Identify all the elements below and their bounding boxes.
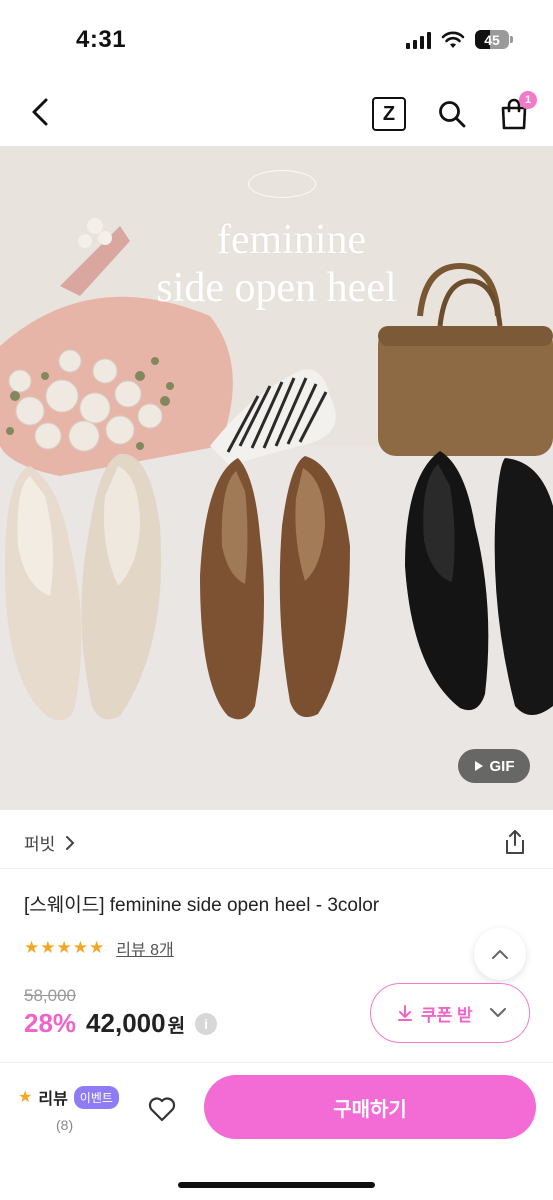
divider	[0, 868, 553, 869]
wifi-icon	[441, 31, 465, 48]
shop-row: 퍼빗	[0, 818, 553, 866]
star-icon: ★	[24, 938, 40, 957]
info-icon[interactable]: i	[195, 1012, 218, 1035]
chevron-down-icon	[490, 1008, 506, 1017]
heart-icon	[148, 1097, 176, 1122]
brand-logo	[248, 170, 316, 198]
share-button[interactable]	[500, 826, 530, 858]
product-image[interactable]: feminine side open heel GIF	[0, 146, 553, 810]
star-icon: ★	[89, 938, 105, 957]
battery-percent: 45	[484, 31, 500, 48]
buy-button[interactable]: 구매하기	[204, 1075, 536, 1139]
status-time: 4:31	[76, 26, 127, 53]
star-icon: ★	[40, 938, 56, 957]
scroll-to-top-button[interactable]	[474, 928, 526, 980]
share-icon	[506, 830, 524, 854]
event-badge: 이벤트	[73, 1085, 119, 1109]
star-icon: ★	[72, 938, 88, 957]
coupon-download-button[interactable]: 쿠폰 받	[370, 983, 530, 1043]
review-label: 리뷰	[38, 1091, 68, 1108]
play-icon	[474, 761, 483, 771]
bottom-action-bar: ★ 리뷰 이벤트 (8) 구매하기	[0, 1062, 553, 1200]
coupon-expand	[467, 984, 529, 1042]
shop-name: 퍼빗	[24, 835, 56, 854]
z-label: Z	[382, 102, 396, 125]
gif-play-button[interactable]: GIF	[458, 749, 530, 783]
nav-bar: Z 1	[0, 80, 553, 146]
wishlist-button[interactable]	[144, 1091, 180, 1127]
back-button[interactable]	[22, 92, 58, 132]
rating-row: ★ ★ ★ ★ ★ 리뷰 8개	[24, 936, 174, 960]
signal-icon	[406, 31, 431, 49]
home-indicator	[178, 1182, 375, 1188]
chevron-left-icon	[32, 98, 48, 126]
cart-count-badge: 1	[519, 91, 537, 109]
star-icon: ★	[56, 938, 72, 957]
download-icon	[398, 1005, 412, 1021]
star-rating: ★ ★ ★ ★ ★	[24, 938, 104, 958]
price-row: 28% 42,000 원 i	[24, 1008, 218, 1039]
hero-title-line2: side open heel	[156, 265, 397, 311]
chevron-right-icon	[66, 835, 75, 850]
shop-link[interactable]: 퍼빗	[24, 830, 75, 855]
search-button[interactable]	[432, 94, 472, 134]
status-icons: 45	[406, 30, 513, 49]
chevron-up-icon	[492, 950, 508, 959]
review-count-link[interactable]: 리뷰 8개	[116, 936, 174, 960]
review-count: (8)	[56, 1117, 74, 1133]
price-unit: 원	[167, 1016, 186, 1037]
original-price: 58,000	[24, 986, 76, 1005]
hero-title-line1: feminine	[216, 217, 367, 263]
search-icon	[439, 101, 466, 128]
product-title: [스웨이드] feminine side open heel - 3color	[24, 895, 380, 916]
status-bar: 4:31 45	[0, 0, 553, 72]
review-event-button[interactable]: ★ 리뷰 이벤트 (8)	[18, 1085, 128, 1133]
battery-icon: 45	[475, 30, 513, 49]
discount-rate: 28%	[24, 1008, 77, 1038]
gif-label: GIF	[489, 757, 515, 775]
star-icon: ★	[18, 1089, 33, 1106]
sale-price: 42,000	[86, 1008, 166, 1038]
cart-button[interactable]: 1	[494, 91, 537, 134]
zigzag-z-button[interactable]: Z	[372, 97, 406, 131]
coupon-label: 쿠폰 받	[421, 1005, 473, 1025]
